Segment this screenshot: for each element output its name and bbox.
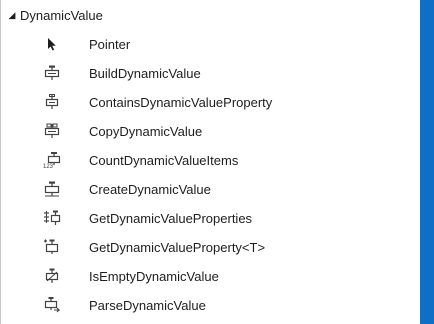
toolbox-item-label: ParseDynamicValue	[89, 298, 206, 313]
get-property-icon	[43, 238, 61, 256]
copy-dynamic-value-icon	[43, 122, 61, 140]
toolbox-group-dynamicvalue[interactable]: ◢ DynamicValue	[6, 6, 103, 24]
create-dynamic-value-icon	[43, 180, 61, 198]
toolbox-item-label: Pointer	[89, 37, 131, 52]
toolbox-item-label: GetDynamicValueProperty<T>	[89, 240, 266, 255]
toolbox-item-list: Pointer BuildDynamicValue ContainsDynami…	[1, 30, 420, 320]
toolbox-item-label: CountDynamicValueItems	[89, 153, 239, 168]
count-items-icon: 123	[43, 151, 61, 169]
toolbox-item-pointer[interactable]: Pointer	[1, 30, 420, 59]
expanded-triangle-icon[interactable]: ◢	[6, 9, 18, 21]
toolbox-item-createdynamicvalue[interactable]: CreateDynamicValue	[1, 175, 420, 204]
toolbox-item-copydynamicvalue[interactable]: CopyDynamicValue	[1, 117, 420, 146]
toolbox-item-label: ContainsDynamicValueProperty	[89, 95, 273, 110]
toolbox-item-getdynamicvalueproperty[interactable]: GetDynamicValueProperty<T>	[1, 233, 420, 262]
build-dynamic-value-icon	[43, 64, 61, 82]
toolbox-item-label: BuildDynamicValue	[89, 66, 201, 81]
toolbox-item-label: CreateDynamicValue	[89, 182, 211, 197]
is-empty-icon	[43, 267, 61, 285]
toolbox-item-label: GetDynamicValueProperties	[89, 211, 253, 226]
toolbox-item-containsdynamicvalueproperty[interactable]: ContainsDynamicValueProperty	[1, 88, 420, 117]
toolbox-item-builddynamicvalue[interactable]: BuildDynamicValue	[1, 59, 420, 88]
svg-text:123: 123	[43, 164, 54, 169]
toolbox-item-getdynamicvalueproperties[interactable]: GetDynamicValueProperties	[1, 204, 420, 233]
toolbox-item-isemptydynamicvalue[interactable]: IsEmptyDynamicValue	[1, 262, 420, 291]
group-label: DynamicValue	[20, 7, 103, 23]
get-properties-icon	[43, 209, 61, 227]
toolbox-item-parsedynamicvalue[interactable]: ParseDynamicValue	[1, 291, 420, 320]
parse-dynamic-value-icon	[43, 296, 61, 314]
contains-property-icon	[43, 93, 61, 111]
toolbox-item-label: IsEmptyDynamicValue	[89, 269, 219, 284]
toolbox-item-countdynamicvalueitems[interactable]: 123 CountDynamicValueItems	[1, 146, 420, 175]
pointer-icon	[43, 35, 61, 53]
toolbox-panel: ◢ DynamicValue Pointer BuildDynamicValue…	[0, 0, 420, 324]
toolbox-item-label: CopyDynamicValue	[89, 124, 203, 139]
